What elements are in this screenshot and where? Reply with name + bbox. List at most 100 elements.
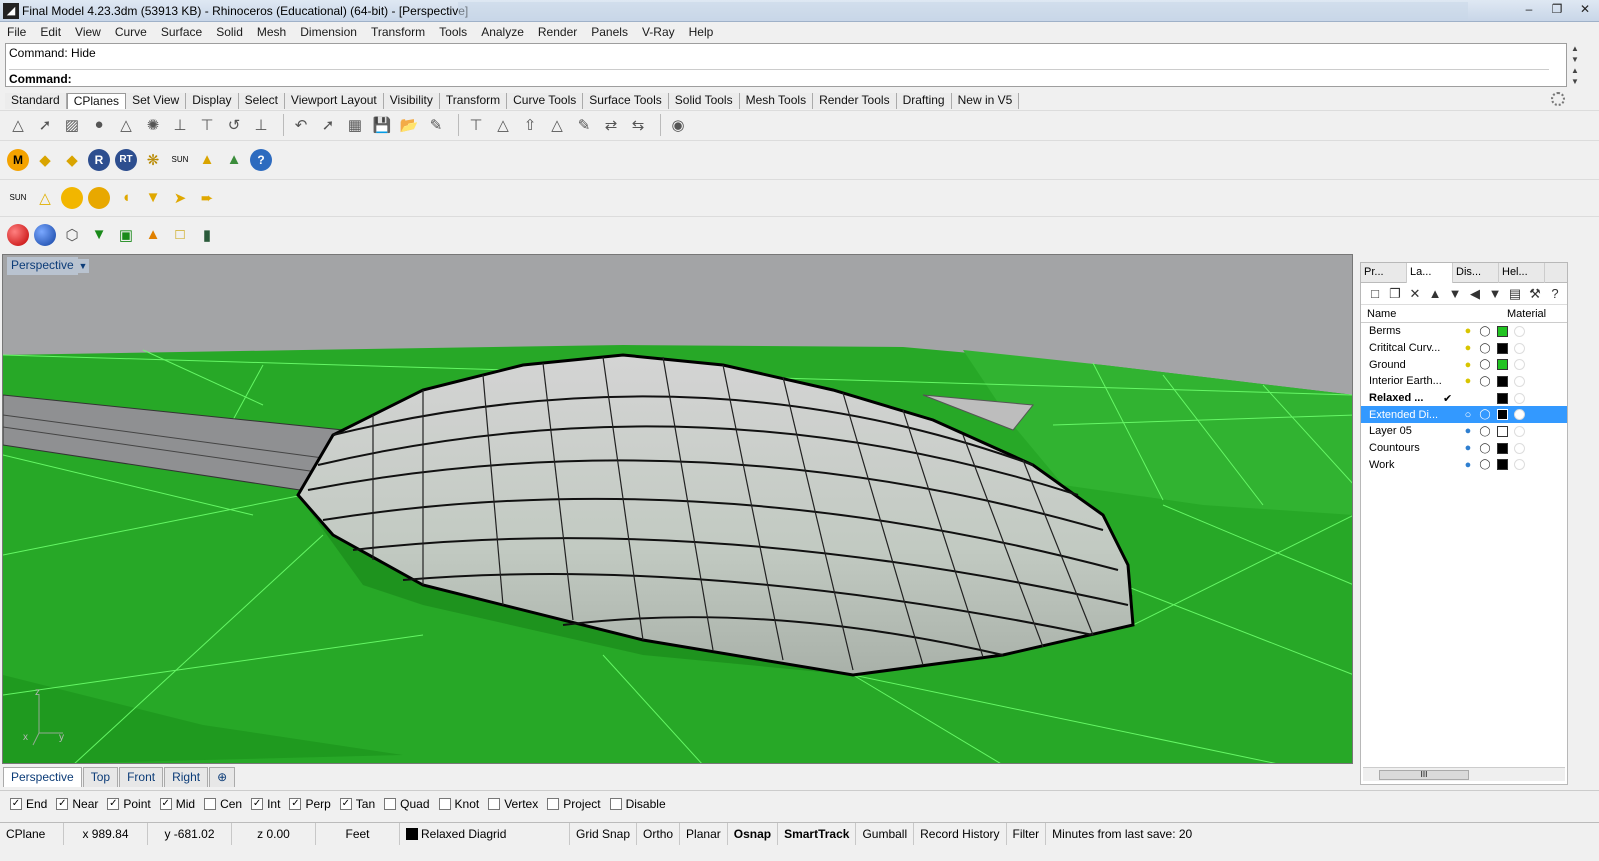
layer-row[interactable]: Interior Earth... ● ◯ bbox=[1361, 373, 1567, 390]
tab-new-in-v5[interactable]: New in V5 bbox=[951, 93, 1020, 109]
checkbox-checked-icon[interactable]: ✓ bbox=[251, 797, 264, 810]
cplane-object-icon[interactable]: ▨ bbox=[61, 114, 83, 136]
checkbox-unchecked-icon[interactable] bbox=[609, 797, 622, 810]
vray-rt-icon[interactable]: RT bbox=[115, 148, 137, 171]
tab-standard[interactable]: Standard bbox=[5, 93, 67, 109]
vray-tag2-icon[interactable]: ◆ bbox=[61, 149, 83, 171]
menu-surface[interactable]: Surface bbox=[154, 25, 209, 39]
tab-viewport-layout[interactable]: Viewport Layout bbox=[284, 93, 384, 109]
minimize-button[interactable]: – bbox=[1515, 0, 1543, 20]
layer-visible-bulb-icon[interactable]: ● bbox=[1459, 359, 1477, 371]
layer-material-swatch[interactable] bbox=[1514, 359, 1525, 371]
vray-fur-icon[interactable]: ▼ bbox=[88, 224, 110, 246]
cplane-rotate-icon[interactable]: ↺ bbox=[223, 114, 245, 136]
cplane-vertical-icon[interactable]: ⊥ bbox=[250, 114, 272, 136]
layer-visible-bulb-icon[interactable]: ● bbox=[1459, 342, 1477, 354]
perspective-viewport[interactable]: y x z Perspective ▼ bbox=[2, 254, 1353, 764]
layer-color-swatch[interactable] bbox=[1497, 392, 1508, 404]
menu-file[interactable]: File bbox=[0, 25, 33, 39]
layer-row[interactable]: Crititcal Curv... ● ◯ bbox=[1361, 340, 1567, 357]
vray-proxy-icon[interactable]: ▲ bbox=[223, 149, 245, 171]
vray-material-editor-icon[interactable]: M bbox=[7, 148, 29, 171]
cplane-sphere-icon[interactable]: ● bbox=[88, 114, 110, 136]
tab-render-tools[interactable]: Render Tools bbox=[813, 93, 897, 109]
tab-mesh-tools[interactable]: Mesh Tools bbox=[739, 93, 814, 109]
vray-sun-light-icon[interactable]: SUN bbox=[7, 187, 29, 209]
layer-material-swatch[interactable] bbox=[1514, 392, 1525, 404]
layer-row[interactable]: Work ● ◯ bbox=[1361, 457, 1567, 474]
vray-sphere-light-icon[interactable] bbox=[61, 186, 83, 209]
layer-color-swatch[interactable] bbox=[1497, 359, 1508, 371]
checkbox-checked-icon[interactable]: ✓ bbox=[339, 797, 352, 810]
checkbox-unchecked-icon[interactable] bbox=[204, 797, 217, 810]
layer-material-swatch[interactable] bbox=[1514, 459, 1525, 471]
command-prompt-input[interactable]: Command: bbox=[9, 69, 1549, 86]
command-scrollbar[interactable]: ▲ ▼ ▲ ▼ bbox=[1567, 43, 1583, 87]
cplane-zaxis-icon[interactable]: ⊤ bbox=[196, 114, 218, 136]
move-up-icon[interactable]: ▲ bbox=[1425, 286, 1445, 301]
tab-curve-tools[interactable]: Curve Tools bbox=[507, 93, 584, 109]
osnap-quad[interactable]: Quad bbox=[384, 797, 430, 811]
tab-solid-tools[interactable]: Solid Tools bbox=[668, 93, 740, 109]
cplane-elevation-icon[interactable]: △ bbox=[115, 114, 137, 136]
menu-mesh[interactable]: Mesh bbox=[250, 25, 293, 39]
tab-cplanes[interactable]: CPlanes bbox=[66, 93, 127, 109]
cplane-view-icon[interactable]: ➚ bbox=[317, 114, 339, 136]
vray-red-sphere-icon[interactable] bbox=[7, 223, 29, 246]
layer-unlock-icon[interactable]: ◯ bbox=[1477, 443, 1493, 454]
osnap-perp[interactable]: ✓ Perp bbox=[289, 797, 331, 811]
vray-sun-icon[interactable]: SUN bbox=[169, 149, 191, 171]
viewport-menu-arrow-icon[interactable]: ▼ bbox=[77, 259, 89, 273]
layer-hidden-bulb-icon[interactable]: ● bbox=[1459, 425, 1477, 437]
close-button[interactable]: ✕ bbox=[1571, 0, 1599, 20]
osnap-vertex[interactable]: Vertex bbox=[488, 797, 538, 811]
menu-solid[interactable]: Solid bbox=[209, 25, 250, 39]
layer-material-swatch[interactable] bbox=[1514, 375, 1525, 387]
tab-display[interactable]: Dis... bbox=[1453, 263, 1499, 283]
tools-icon[interactable]: ⚒ bbox=[1525, 286, 1545, 302]
osnap-end[interactable]: ✓ End bbox=[10, 797, 47, 811]
tab-top[interactable]: Top bbox=[82, 767, 119, 787]
undo-cplane-icon[interactable]: ↶ bbox=[290, 114, 312, 136]
layer-color-swatch[interactable] bbox=[1497, 375, 1508, 387]
layer-hidden-bulb-icon[interactable]: ● bbox=[1459, 459, 1477, 471]
osnap-mid[interactable]: ✓ Mid bbox=[159, 797, 195, 811]
checkbox-unchecked-icon[interactable] bbox=[384, 797, 397, 810]
save-cplane-icon[interactable]: 💾 bbox=[371, 114, 393, 136]
vray-light-plane-icon[interactable]: ▲ bbox=[196, 149, 218, 171]
menu-edit[interactable]: Edit bbox=[33, 25, 68, 39]
scrollbar-thumb[interactable]: III bbox=[1379, 770, 1469, 780]
status-osnap[interactable]: Osnap bbox=[728, 822, 779, 845]
layer-unlock-icon[interactable]: ◯ bbox=[1477, 326, 1493, 337]
panel-horizontal-scrollbar[interactable]: III bbox=[1363, 767, 1565, 781]
cplane-left-icon[interactable]: ⇧ bbox=[519, 114, 541, 136]
status-grid-snap[interactable]: Grid Snap bbox=[570, 822, 638, 845]
tab-drafting[interactable]: Drafting bbox=[896, 93, 952, 109]
new-layer-icon[interactable]: □ bbox=[1365, 286, 1385, 301]
tab-front[interactable]: Front bbox=[119, 767, 164, 787]
menu-analyze[interactable]: Analyze bbox=[474, 25, 531, 39]
cplane-origin-icon[interactable]: ➚ bbox=[34, 114, 56, 136]
vray-omni-light-icon[interactable] bbox=[88, 186, 110, 209]
cplane-next-icon[interactable]: ⇆ bbox=[627, 114, 649, 136]
layer-unlock-icon[interactable]: ◯ bbox=[1477, 409, 1493, 420]
layer-unlock-icon[interactable]: ◯ bbox=[1477, 426, 1493, 437]
osnap-cen[interactable]: Cen bbox=[204, 797, 242, 811]
menu-render[interactable]: Render bbox=[531, 25, 584, 39]
layer-material-swatch[interactable] bbox=[1514, 409, 1525, 421]
osnap-point[interactable]: ✓ Point bbox=[107, 797, 151, 811]
menu-vray[interactable]: V-Ray bbox=[635, 25, 682, 39]
cplane-xaxis-icon[interactable]: ⊥ bbox=[169, 114, 191, 136]
osnap-project[interactable]: Project bbox=[547, 797, 601, 811]
vray-ies-light-icon[interactable]: ➤ bbox=[169, 187, 191, 209]
restore-button[interactable]: ❐ bbox=[1543, 0, 1571, 20]
checkbox-checked-icon[interactable]: ✓ bbox=[10, 797, 22, 810]
tab-display[interactable]: Display bbox=[186, 93, 239, 109]
vray-clipper-icon[interactable]: □ bbox=[169, 224, 191, 246]
delete-layer-icon[interactable]: ✕ bbox=[1405, 286, 1425, 302]
cplane-edit-icon[interactable]: ✎ bbox=[425, 114, 447, 136]
checkbox-checked-icon[interactable]: ✓ bbox=[56, 797, 69, 810]
status-current-layer[interactable]: Relaxed Diagrid bbox=[400, 822, 570, 845]
open-cplane-icon[interactable]: 📂 bbox=[398, 114, 420, 136]
checkbox-unchecked-icon[interactable] bbox=[488, 797, 501, 810]
